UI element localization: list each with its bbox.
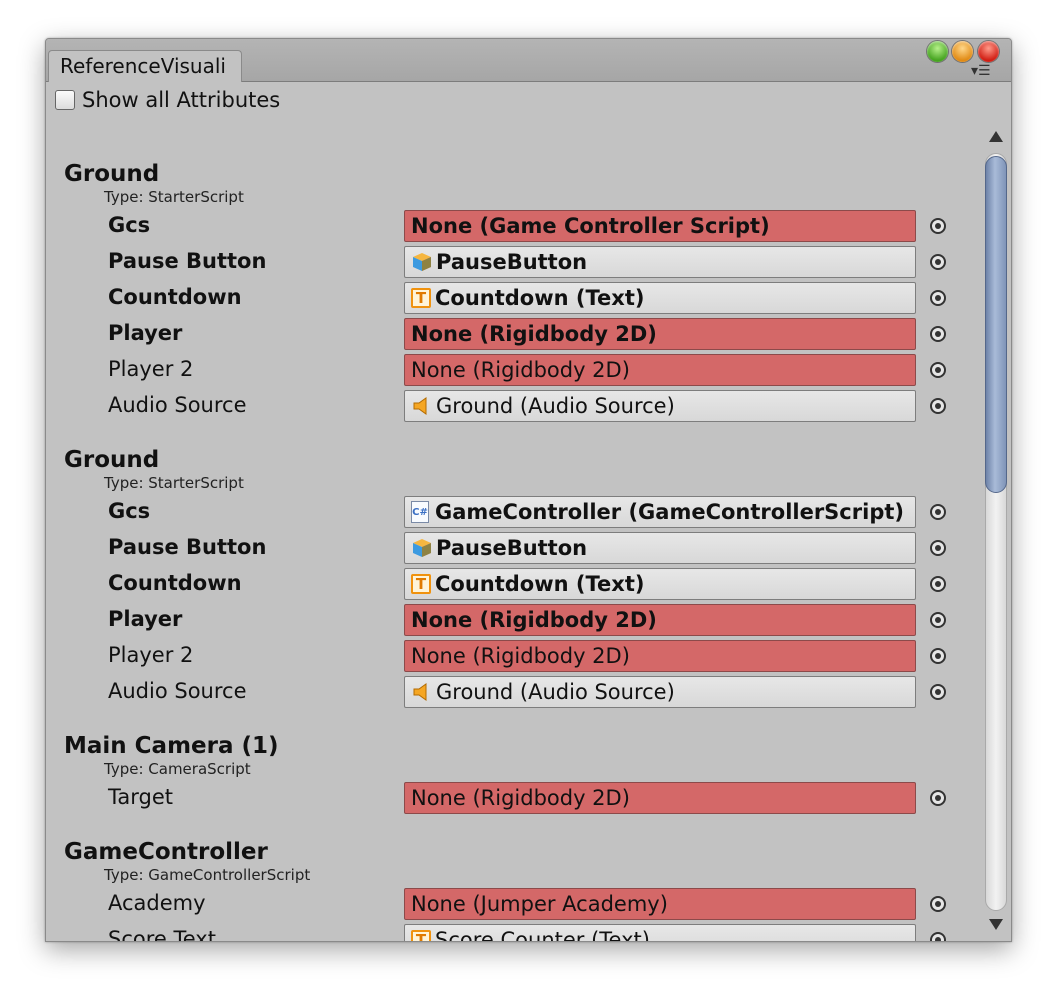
window-menu-icon[interactable]: ▾☰ [971, 64, 991, 78]
field-countdown[interactable]: T Countdown (Text) [404, 282, 916, 314]
field-label-target: Target [108, 785, 173, 809]
object-picker-icon[interactable] [930, 254, 946, 270]
group-title: Main Camera (1) [64, 733, 279, 759]
group-type: Type: StarterScript [104, 188, 244, 206]
speaker-icon [413, 396, 427, 415]
field-value: None (Rigidbody 2D) [411, 644, 630, 668]
field-value: GameController (GameControllerScript) [435, 500, 904, 524]
object-picker-icon[interactable] [930, 362, 946, 378]
field-label-countdown: Countdown [108, 285, 242, 309]
show-all-attributes-row[interactable]: Show all Attributes [55, 88, 280, 112]
field-label-gcs: Gcs [108, 499, 151, 523]
field-label-audio-source: Audio Source [108, 393, 247, 417]
csharp-script-icon: C# [411, 500, 429, 523]
group-type: Type: StarterScript [104, 474, 244, 492]
object-picker-icon[interactable] [930, 326, 946, 342]
group-title: GameController [64, 839, 268, 865]
field-gcs[interactable]: None (Game Controller Script) [404, 210, 916, 242]
field-value: None (Rigidbody 2D) [411, 322, 657, 346]
group-title: Ground [64, 447, 160, 473]
object-picker-icon[interactable] [930, 398, 946, 414]
field-value: None (Rigidbody 2D) [411, 786, 630, 810]
field-value: Ground (Audio Source) [436, 394, 675, 418]
field-player[interactable]: None (Rigidbody 2D) [404, 318, 916, 350]
field-gcs[interactable]: C# GameController (GameControllerScript) [404, 496, 916, 528]
speaker-icon [413, 682, 427, 701]
title-bar: ReferenceVisuali ▾☰ [46, 39, 1011, 82]
field-value: None (Rigidbody 2D) [411, 358, 630, 382]
show-all-attributes-label[interactable]: Show all Attributes [82, 88, 280, 112]
field-value: None (Jumper Academy) [411, 892, 668, 916]
field-value: Ground (Audio Source) [436, 680, 675, 704]
object-picker-icon[interactable] [930, 576, 946, 592]
field-academy[interactable]: None (Jumper Academy) [404, 888, 916, 920]
field-audio-source[interactable]: Ground (Audio Source) [404, 390, 916, 422]
text-component-icon: T [411, 929, 431, 941]
field-player-2[interactable]: None (Rigidbody 2D) [404, 354, 916, 386]
field-value: Countdown (Text) [435, 572, 645, 596]
field-target[interactable]: None (Rigidbody 2D) [404, 782, 916, 814]
group-type: Type: CameraScript [104, 760, 251, 778]
reference-list: Ground Type: StarterScript Gcs None (Gam… [46, 119, 978, 941]
group-title: Ground [64, 161, 160, 187]
field-value: Countdown (Text) [435, 286, 645, 310]
field-label-player-2: Player 2 [108, 643, 194, 667]
text-component-icon: T [411, 573, 431, 594]
object-picker-icon[interactable] [930, 790, 946, 806]
scroll-up-arrow-icon[interactable] [982, 127, 1010, 147]
field-pause-button[interactable]: PauseButton [404, 246, 916, 278]
reference-visualizer-window: ReferenceVisuali ▾☰ Show all Attributes … [45, 38, 1012, 942]
field-label-countdown: Countdown [108, 571, 242, 595]
tab-reference-visualizer[interactable]: ReferenceVisuali [48, 50, 242, 82]
object-picker-icon[interactable] [930, 684, 946, 700]
field-score-text[interactable]: T Score Counter (Text) [404, 924, 916, 941]
field-player-2[interactable]: None (Rigidbody 2D) [404, 640, 916, 672]
close-button[interactable] [978, 41, 999, 62]
field-label-pause-button: Pause Button [108, 535, 267, 559]
field-value: None (Game Controller Script) [411, 214, 770, 238]
field-value: PauseButton [436, 250, 588, 274]
scroll-down-arrow-icon[interactable] [982, 914, 1010, 934]
object-picker-icon[interactable] [930, 648, 946, 664]
object-picker-icon[interactable] [930, 932, 946, 941]
object-picker-icon[interactable] [930, 290, 946, 306]
field-label-audio-source: Audio Source [108, 679, 247, 703]
group-type: Type: GameControllerScript [104, 866, 311, 884]
field-label-pause-button: Pause Button [108, 249, 267, 273]
field-label-player: Player [108, 321, 183, 345]
object-picker-icon[interactable] [930, 896, 946, 912]
show-all-attributes-checkbox[interactable] [55, 90, 75, 110]
object-picker-icon[interactable] [930, 540, 946, 556]
cube-icon [413, 538, 431, 557]
object-picker-icon[interactable] [930, 504, 946, 520]
field-label-player-2: Player 2 [108, 357, 194, 381]
scrollbar-thumb[interactable] [985, 156, 1007, 493]
maximize-button[interactable] [927, 41, 948, 62]
field-countdown[interactable]: T Countdown (Text) [404, 568, 916, 600]
field-label-gcs: Gcs [108, 213, 151, 237]
object-picker-icon[interactable] [930, 612, 946, 628]
field-pause-button[interactable]: PauseButton [404, 532, 916, 564]
field-value: PauseButton [436, 536, 588, 560]
field-value: None (Rigidbody 2D) [411, 608, 657, 632]
field-label-score-text: Score Text [108, 927, 216, 941]
field-value: Score Counter (Text) [435, 928, 650, 941]
field-audio-source[interactable]: Ground (Audio Source) [404, 676, 916, 708]
field-label-player: Player [108, 607, 183, 631]
minimize-button[interactable] [952, 41, 973, 62]
field-player[interactable]: None (Rigidbody 2D) [404, 604, 916, 636]
object-picker-icon[interactable] [930, 218, 946, 234]
field-label-academy: Academy [108, 891, 206, 915]
text-component-icon: T [411, 287, 431, 308]
cube-icon [413, 252, 431, 271]
